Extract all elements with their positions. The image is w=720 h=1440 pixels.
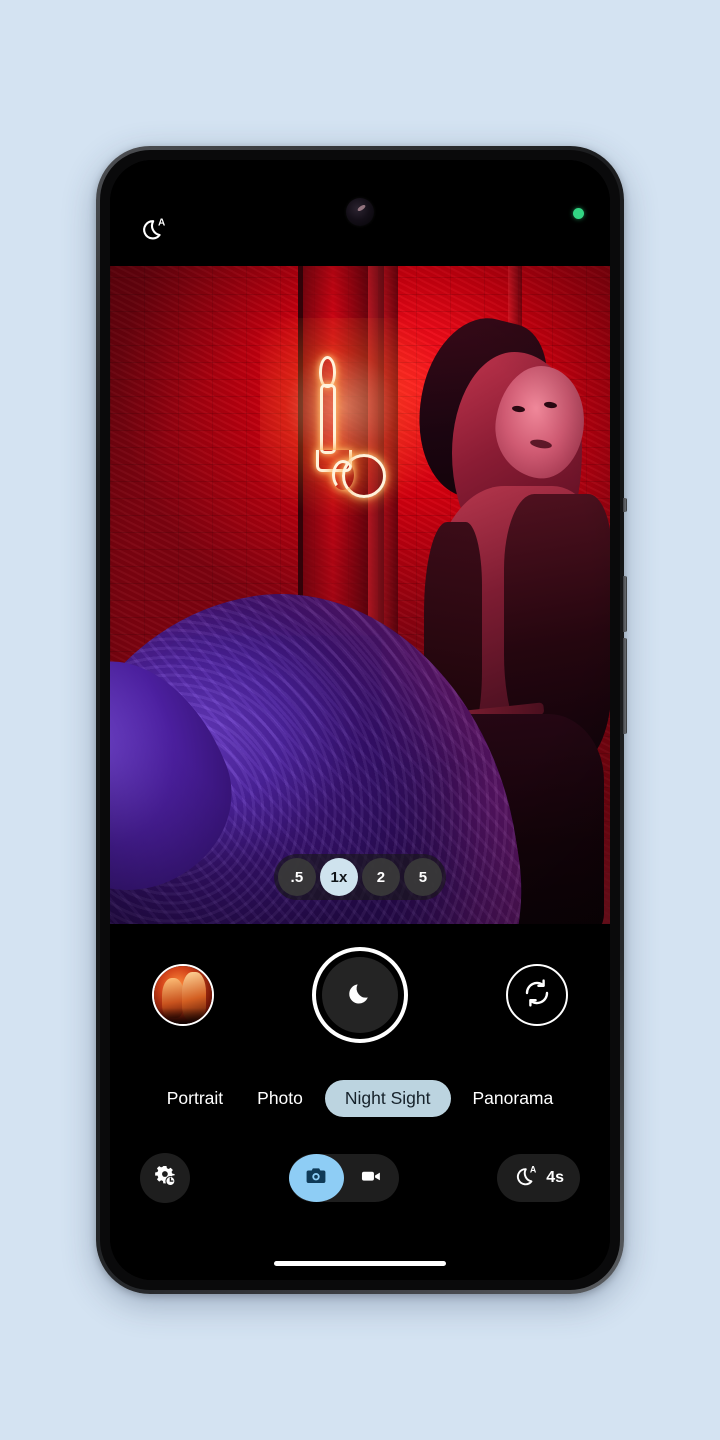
camera-privacy-indicator-dot	[573, 208, 584, 219]
moon-auto-icon: A	[513, 1164, 539, 1193]
neon-swirl-tail	[332, 460, 354, 490]
camera-viewfinder[interactable]: .5 1x 2 5	[110, 266, 610, 924]
zoom-option-1x[interactable]: 1x	[320, 858, 358, 896]
viewfinder-scene	[110, 266, 610, 924]
phone-device-frame: A .5 1x 2 5 Portrait Photo Night Sight P…	[96, 146, 627, 1294]
mode-photo[interactable]: Photo	[245, 1080, 315, 1117]
device-power-button[interactable]	[623, 576, 627, 632]
device-volume-button[interactable]	[623, 638, 627, 734]
mode-panorama[interactable]: Panorama	[461, 1080, 566, 1117]
capture-mode-video[interactable]	[344, 1154, 399, 1202]
zoom-option-5x[interactable]: 5	[404, 858, 442, 896]
svg-text:A: A	[158, 218, 165, 229]
status-strip: A	[110, 160, 610, 266]
shutter-button[interactable]	[312, 947, 408, 1043]
neon-candle-body	[320, 384, 336, 454]
settings-button[interactable]	[140, 1153, 190, 1203]
camera-flip-icon	[520, 976, 554, 1015]
capture-mode-toggle[interactable]	[288, 1154, 399, 1202]
settings-gear-timer-icon	[152, 1163, 178, 1194]
camera-controls: Portrait Photo Night Sight Panorama A 4s	[110, 924, 610, 1280]
scene-neon-candle-sign	[260, 318, 436, 530]
zoom-option-0.5x[interactable]: .5	[278, 858, 316, 896]
video-camera-icon	[359, 1164, 383, 1193]
night-sight-timer-value: 4s	[546, 1169, 564, 1186]
camera-bottom-bar: A 4s	[110, 1130, 610, 1226]
gallery-thumbnail-shadow	[154, 1008, 212, 1024]
shutter-button-inner	[322, 957, 398, 1033]
device-side-button-top[interactable]	[623, 498, 627, 512]
photo-camera-icon	[304, 1164, 328, 1193]
night-sight-timer-button[interactable]: A 4s	[497, 1154, 580, 1202]
moon-icon	[345, 978, 375, 1013]
mode-portrait[interactable]: Portrait	[155, 1080, 235, 1117]
capture-mode-photo[interactable]	[288, 1154, 344, 1202]
svg-text:A: A	[530, 1164, 537, 1174]
camera-mode-selector[interactable]: Portrait Photo Night Sight Panorama	[110, 1066, 610, 1130]
home-gesture-bar[interactable]	[274, 1261, 446, 1266]
shutter-row	[110, 924, 610, 1066]
mode-night-sight[interactable]: Night Sight	[324, 1079, 451, 1117]
front-camera-punch-hole	[346, 198, 374, 226]
flip-camera-button[interactable]	[506, 964, 568, 1026]
zoom-level-selector[interactable]: .5 1x 2 5	[274, 854, 446, 900]
zoom-option-2x[interactable]: 2	[362, 858, 400, 896]
moon-auto-icon: A	[138, 216, 168, 242]
phone-screen: A .5 1x 2 5 Portrait Photo Night Sight P…	[110, 160, 610, 1280]
gallery-thumbnail-button[interactable]	[152, 964, 214, 1026]
